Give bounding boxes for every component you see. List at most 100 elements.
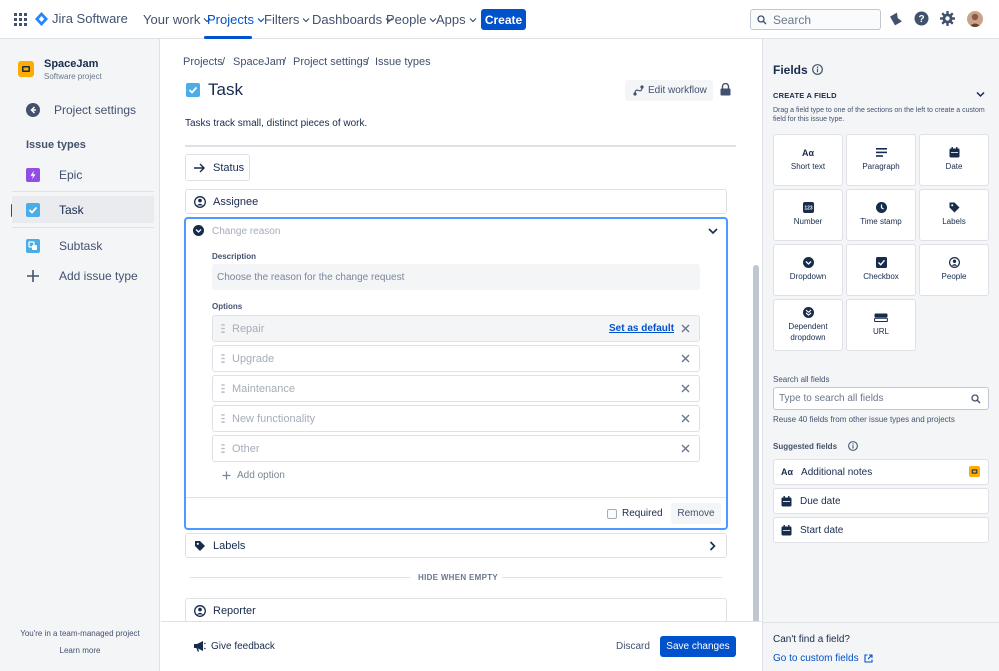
required-checkbox[interactable] xyxy=(607,509,617,519)
field-type-short-text[interactable]: Aα Short text xyxy=(773,134,843,186)
short-text-icon: Aα xyxy=(801,147,815,158)
drag-handle-icon[interactable] xyxy=(221,444,225,453)
breadcrumb-item[interactable]: SpaceJam xyxy=(233,56,285,68)
collapse-circle-icon[interactable] xyxy=(193,225,204,236)
suggested-field-due-date[interactable]: Due date xyxy=(773,488,989,514)
close-icon[interactable] xyxy=(681,354,690,363)
chevron-down-icon[interactable] xyxy=(708,227,718,235)
main-scrollbar[interactable] xyxy=(753,265,759,625)
drag-handle-icon[interactable] xyxy=(221,414,225,423)
field-type-paragraph[interactable]: Paragraph xyxy=(846,134,916,186)
save-changes-button[interactable]: Save changes xyxy=(660,636,736,657)
field-type-number[interactable]: 123 Number xyxy=(773,189,843,241)
field-type-labels[interactable]: Labels xyxy=(919,189,989,241)
search-icon xyxy=(971,394,981,404)
task-icon xyxy=(25,202,41,218)
options-label: Options xyxy=(212,302,243,311)
user-avatar[interactable] xyxy=(967,11,983,27)
arrow-right-icon xyxy=(194,163,205,173)
status-field[interactable]: Status xyxy=(185,154,250,181)
learn-more-link[interactable]: Learn more xyxy=(0,646,160,655)
chevron-right-icon xyxy=(709,541,716,551)
field-type-checkbox[interactable]: Checkbox xyxy=(846,244,916,296)
project-avatar[interactable] xyxy=(18,61,34,77)
edit-workflow-button[interactable]: Edit workflow xyxy=(625,80,713,101)
close-icon[interactable] xyxy=(681,444,690,453)
field-type-dropdown[interactable]: Dropdown xyxy=(773,244,843,296)
close-icon[interactable] xyxy=(681,414,690,423)
search-fields-input[interactable]: Type to search all fields xyxy=(773,387,989,410)
app-switcher-icon[interactable] xyxy=(14,13,27,26)
custom-fields-link[interactable]: Go to custom fields xyxy=(773,653,873,664)
global-search-input[interactable]: Search xyxy=(750,9,881,30)
chevron-down-icon[interactable] xyxy=(976,91,985,98)
add-issue-type-button[interactable]: Add issue type xyxy=(12,262,154,289)
breadcrumb-item[interactable]: Project settings xyxy=(293,56,368,68)
nav-projects[interactable]: Projects xyxy=(207,12,265,27)
close-icon[interactable] xyxy=(681,384,690,393)
create-button[interactable]: Create xyxy=(481,9,526,30)
add-option-button[interactable]: Add option xyxy=(222,470,285,481)
option-row[interactable]: Other xyxy=(212,435,700,462)
suggested-field-additional-notes[interactable]: Aα Additional notes xyxy=(773,459,989,485)
nav-filters[interactable]: Filters xyxy=(264,12,310,27)
fields-panel-title: Fields xyxy=(773,63,808,77)
drag-handle-icon[interactable] xyxy=(221,354,225,363)
description-placeholder: Choose the reason for the change request xyxy=(217,271,405,283)
labels-field[interactable]: Labels xyxy=(185,533,727,558)
discard-button[interactable]: Discard xyxy=(610,636,656,657)
nav-people[interactable]: People xyxy=(386,12,437,27)
calendar-icon xyxy=(949,147,960,158)
description-input[interactable]: Choose the reason for the change request xyxy=(212,264,700,290)
breadcrumb-separator: / xyxy=(222,56,226,68)
nav-apps[interactable]: Apps xyxy=(436,12,477,27)
give-feedback-button[interactable]: Give feedback xyxy=(193,640,275,652)
jira-logo[interactable]: Jira Software xyxy=(35,11,128,26)
nav-dashboards[interactable]: Dashboards xyxy=(312,12,393,27)
notifications-icon[interactable] xyxy=(889,12,903,26)
field-name-input[interactable]: Change reason xyxy=(212,226,280,237)
svg-text:?: ? xyxy=(918,14,924,25)
help-icon[interactable]: ? xyxy=(914,11,929,26)
drag-handle-icon[interactable] xyxy=(221,384,225,393)
remove-field-button[interactable]: Remove xyxy=(671,503,721,524)
discard-label: Discard xyxy=(616,641,650,652)
drag-handle-icon[interactable] xyxy=(221,324,225,333)
field-type-time-stamp[interactable]: Time stamp xyxy=(846,189,916,241)
option-row[interactable]: New functionality xyxy=(212,405,700,432)
plus-icon xyxy=(25,268,41,284)
option-row[interactable]: Upgrade xyxy=(212,345,700,372)
sidebar-item-epic[interactable]: Epic xyxy=(12,161,154,188)
create-field-help: Drag a field type to one of the sections… xyxy=(773,107,985,124)
lock-icon[interactable] xyxy=(720,83,731,96)
url-icon xyxy=(874,312,888,323)
breadcrumb-item[interactable]: Issue types xyxy=(375,56,431,68)
suggested-field-start-date[interactable]: Start date xyxy=(773,517,989,543)
reporter-field[interactable]: Reporter xyxy=(185,598,727,622)
jira-logo-icon xyxy=(35,11,48,26)
divider xyxy=(190,577,410,578)
sidebar-item-subtask[interactable]: Subtask xyxy=(12,232,154,259)
back-to-project-settings[interactable]: Project settings xyxy=(12,96,154,123)
breadcrumb-item[interactable]: Projects xyxy=(183,56,223,68)
option-row[interactable]: Repair Set as default xyxy=(212,315,700,342)
info-icon[interactable] xyxy=(848,441,858,451)
info-icon[interactable] xyxy=(812,64,823,75)
label-tag-icon xyxy=(949,202,960,213)
field-type-people[interactable]: People xyxy=(919,244,989,296)
page-title: Task xyxy=(208,80,243,99)
required-label: Required xyxy=(622,508,663,519)
suggested-fields-label: Suggested fields xyxy=(773,442,838,451)
sidebar-item-task[interactable]: Task xyxy=(12,196,154,223)
set-default-link[interactable]: Set as default xyxy=(609,323,674,334)
option-row[interactable]: Maintenance xyxy=(212,375,700,402)
field-type-date[interactable]: Date xyxy=(919,134,989,186)
close-icon[interactable] xyxy=(681,324,690,333)
nav-your-work[interactable]: Your work xyxy=(143,12,211,27)
sidebar-item-label: Subtask xyxy=(59,238,103,253)
field-type-dependent-dropdown[interactable]: Dependent dropdown xyxy=(773,299,843,351)
field-type-url[interactable]: URL xyxy=(846,299,916,351)
add-issue-type-label: Add issue type xyxy=(59,268,138,283)
assignee-field[interactable]: Assignee xyxy=(185,189,727,214)
settings-gear-icon[interactable] xyxy=(940,11,955,26)
